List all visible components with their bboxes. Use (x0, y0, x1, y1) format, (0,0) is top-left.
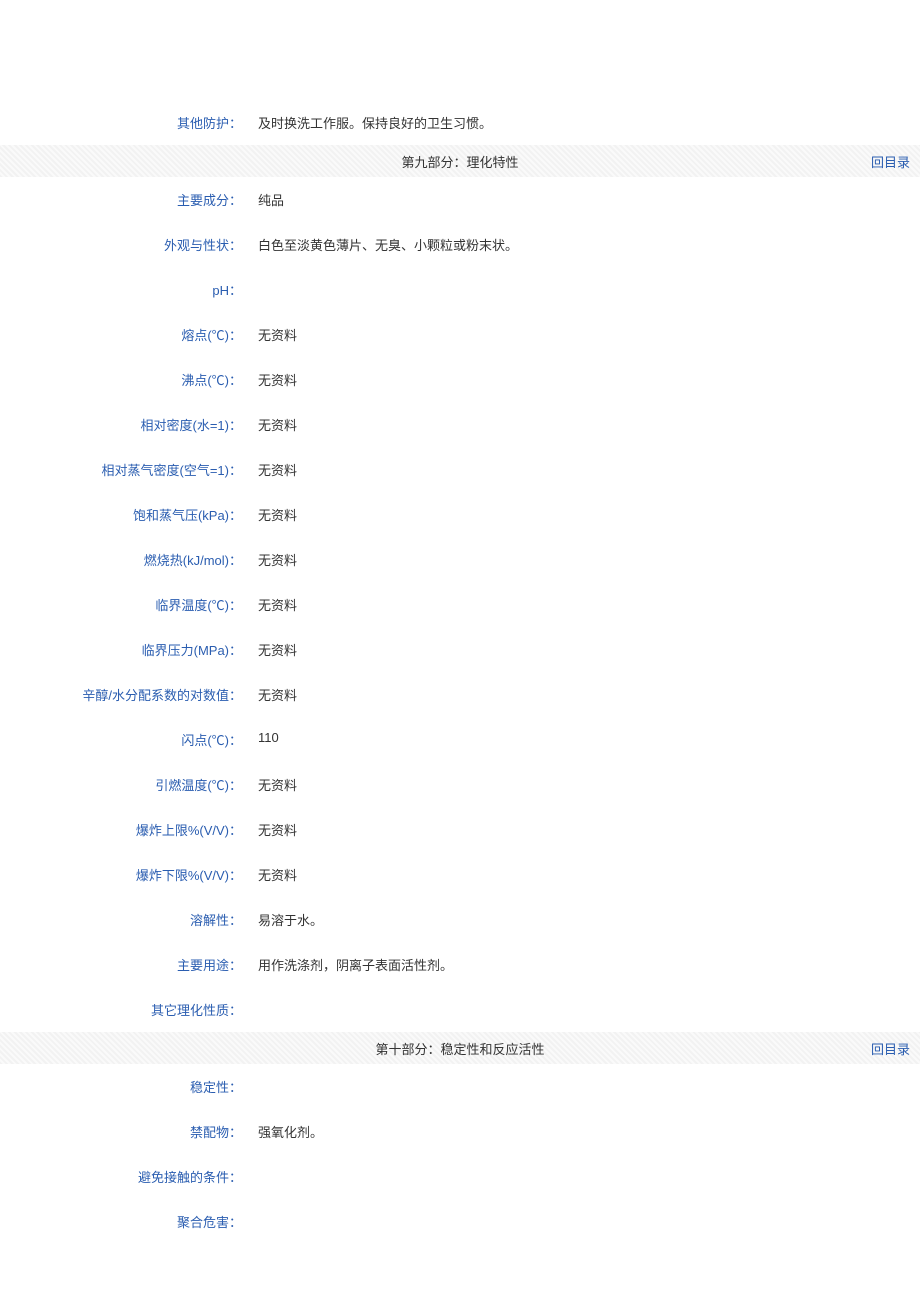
property-value: 无资料 (250, 685, 920, 704)
section-header-10: 第十部分：稳定性和反应活性 回目录 (0, 1032, 920, 1064)
property-row: 外观与性状：白色至淡黄色薄片、无臭、小颗粒或粉末状。 (0, 222, 920, 267)
property-label: 主要成分： (0, 190, 250, 209)
property-label: 临界温度(℃)： (0, 595, 250, 614)
property-row: 主要用途：用作洗涤剂，阴离子表面活性剂。 (0, 942, 920, 987)
property-row: 燃烧热(kJ/mol)：无资料 (0, 537, 920, 582)
property-value: 无资料 (250, 325, 920, 344)
property-row: 禁配物：强氧化剂。 (0, 1109, 920, 1154)
property-row: 临界温度(℃)：无资料 (0, 582, 920, 627)
property-value: 无资料 (250, 505, 920, 524)
property-value: 无资料 (250, 865, 920, 884)
property-row: 稳定性： (0, 1064, 920, 1109)
property-row: 相对密度(水=1)：无资料 (0, 402, 920, 447)
property-label: 爆炸上限%(V/V)： (0, 820, 250, 839)
property-row: pH： (0, 267, 920, 312)
property-value: 无资料 (250, 460, 920, 479)
property-label: 闪点(℃)： (0, 730, 250, 749)
property-label: 其他防护： (0, 113, 250, 132)
property-value: 无资料 (250, 820, 920, 839)
property-label: pH： (0, 280, 250, 299)
property-value: 无资料 (250, 370, 920, 389)
property-label: 主要用途： (0, 955, 250, 974)
property-value: 无资料 (250, 640, 920, 659)
property-row: 引燃温度(℃)：无资料 (0, 762, 920, 807)
back-to-toc-link[interactable]: 回目录 (871, 1039, 910, 1058)
property-row: 辛醇/水分配系数的对数值：无资料 (0, 672, 920, 717)
property-label: 熔点(℃)： (0, 325, 250, 344)
property-label: 聚合危害： (0, 1212, 250, 1231)
property-row: 其它理化性质： (0, 987, 920, 1032)
property-label: 外观与性状： (0, 235, 250, 254)
property-row: 聚合危害： (0, 1199, 920, 1244)
property-label: 爆炸下限%(V/V)： (0, 865, 250, 884)
property-value: 无资料 (250, 595, 920, 614)
property-row: 闪点(℃)：110 (0, 717, 920, 762)
property-value: 易溶于水。 (250, 910, 920, 929)
property-value: 白色至淡黄色薄片、无臭、小颗粒或粉末状。 (250, 235, 920, 254)
property-label: 相对密度(水=1)： (0, 415, 250, 434)
property-label: 相对蒸气密度(空气=1)： (0, 460, 250, 479)
property-label: 引燃温度(℃)： (0, 775, 250, 794)
property-row: 其他防护： 及时换洗工作服。保持良好的卫生习惯。 (0, 100, 920, 145)
property-label: 溶解性： (0, 910, 250, 929)
property-row: 爆炸上限%(V/V)：无资料 (0, 807, 920, 852)
property-value: 无资料 (250, 415, 920, 434)
property-row: 避免接触的条件： (0, 1154, 920, 1199)
property-value: 强氧化剂。 (250, 1122, 920, 1141)
property-value: 纯品 (250, 190, 920, 209)
property-label: 禁配物： (0, 1122, 250, 1141)
property-label: 其它理化性质： (0, 1000, 250, 1019)
property-label: 避免接触的条件： (0, 1167, 250, 1186)
property-value: 110 (250, 730, 920, 745)
property-value: 及时换洗工作服。保持良好的卫生习惯。 (250, 113, 920, 132)
property-row: 熔点(℃)：无资料 (0, 312, 920, 357)
property-value: 无资料 (250, 775, 920, 794)
property-value: 用作洗涤剂，阴离子表面活性剂。 (250, 955, 920, 974)
property-label: 燃烧热(kJ/mol)： (0, 550, 250, 569)
property-value: 无资料 (250, 550, 920, 569)
property-row: 主要成分：纯品 (0, 177, 920, 222)
property-row: 沸点(℃)：无资料 (0, 357, 920, 402)
section-title: 第九部分：理化特性 (0, 152, 920, 171)
section-title: 第十部分：稳定性和反应活性 (0, 1039, 920, 1058)
property-row: 饱和蒸气压(kPa)：无资料 (0, 492, 920, 537)
property-label: 稳定性： (0, 1077, 250, 1096)
property-row: 爆炸下限%(V/V)：无资料 (0, 852, 920, 897)
property-label: 沸点(℃)： (0, 370, 250, 389)
property-row: 溶解性：易溶于水。 (0, 897, 920, 942)
property-label: 饱和蒸气压(kPa)： (0, 505, 250, 524)
property-label: 辛醇/水分配系数的对数值： (0, 685, 250, 704)
property-row: 临界压力(MPa)：无资料 (0, 627, 920, 672)
section-header-9: 第九部分：理化特性 回目录 (0, 145, 920, 177)
property-row: 相对蒸气密度(空气=1)：无资料 (0, 447, 920, 492)
back-to-toc-link[interactable]: 回目录 (871, 152, 910, 171)
property-label: 临界压力(MPa)： (0, 640, 250, 659)
